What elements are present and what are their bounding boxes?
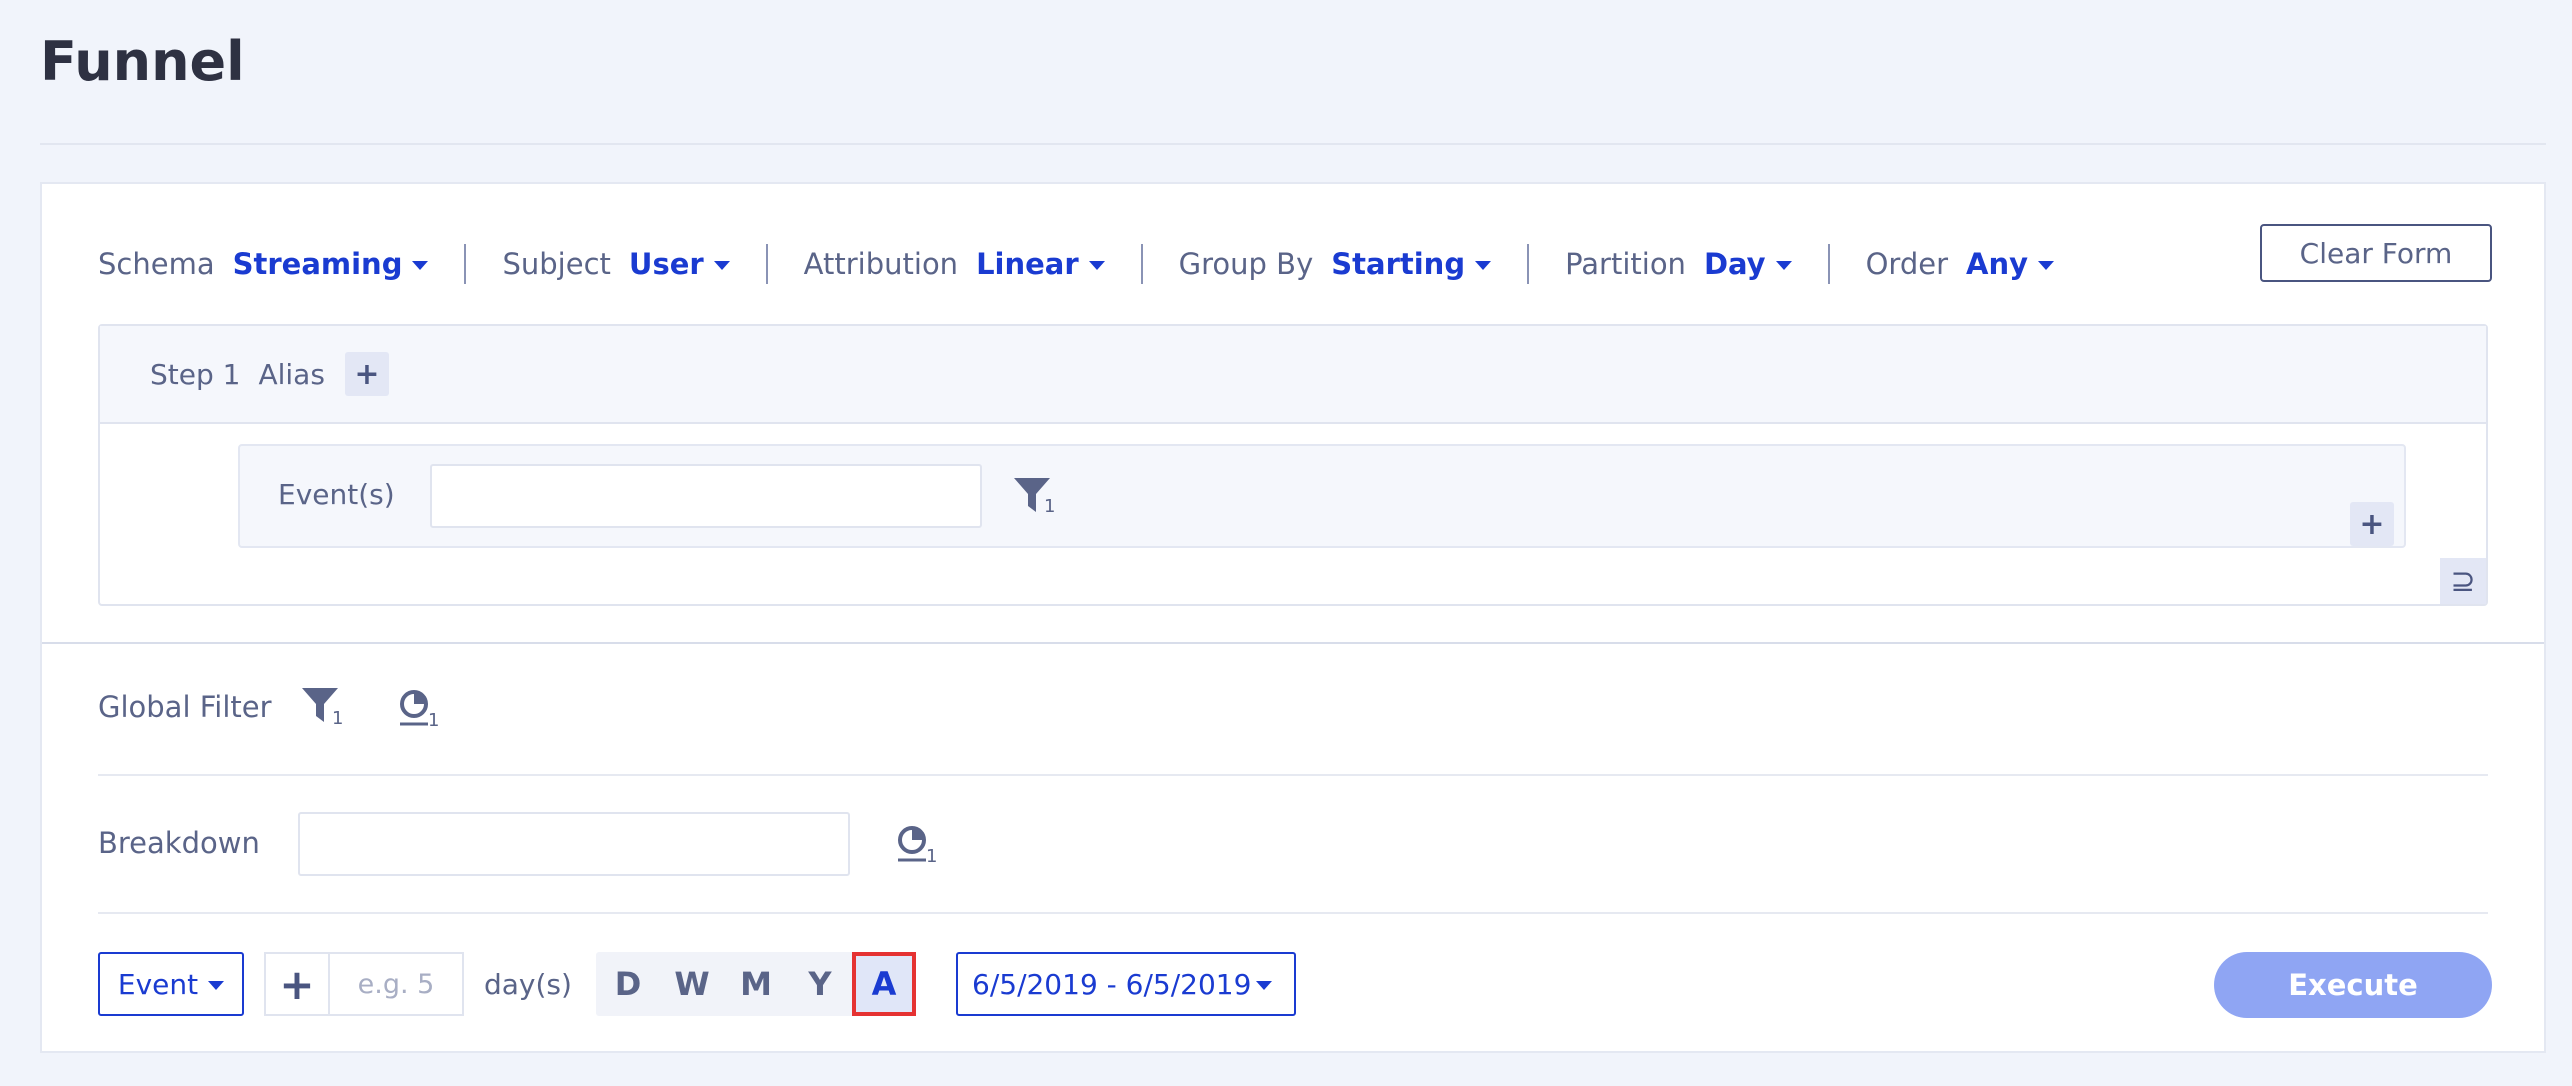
separator [1827,244,1830,284]
clear-form-button[interactable]: Clear Form [2260,224,2492,282]
events-label: Event(s) [278,478,395,511]
separator [1140,244,1143,284]
execute-button[interactable]: Execute [2214,952,2492,1018]
date-range-value: 6/5/2019 - 6/5/2019 [972,967,1252,1001]
chevron-down-icon [1088,260,1105,270]
period-button-d[interactable]: D [596,952,660,1016]
group-by-value[interactable]: Starting [1331,247,1465,281]
filter-count-badge: 1 [1044,496,1056,517]
schema-value[interactable]: Streaming [233,247,403,281]
chevron-down-icon [713,260,730,270]
schema-label: Schema [98,247,215,281]
window-type-select[interactable]: Event [98,952,244,1016]
section-divider [42,642,2544,644]
chevron-down-icon [2038,260,2055,270]
row-divider [98,774,2488,776]
window-type-value: Event [117,967,199,1001]
options-row: Schema Streaming Subject User Attributio… [98,234,2055,294]
events-input[interactable] [430,464,982,528]
partition-label: Partition [1565,247,1686,281]
title-divider [40,143,2546,145]
breakdown-label: Breakdown [98,826,260,860]
period-button-w[interactable]: W [660,952,724,1016]
order-label: Order [1865,247,1949,281]
attribution-value[interactable]: Linear [976,247,1079,281]
step-header: Step 1 Alias + [100,326,2486,424]
add-event-button[interactable]: + [2350,502,2394,546]
attribution-option[interactable]: Attribution Linear [804,247,1105,281]
superset-icon[interactable]: ⊇ [2440,558,2486,604]
global-filter-label: Global Filter [98,690,272,724]
chevron-down-icon [1475,260,1492,270]
window-count-input[interactable]: e.g. 5 [328,952,464,1016]
separator [765,244,768,284]
property-count-badge: 1 [926,846,938,867]
order-option[interactable]: Order Any [1865,247,2055,281]
event-row: Event(s) 1 + [238,444,2406,548]
subject-option[interactable]: Subject User [502,247,730,281]
separator [1527,244,1530,284]
chevron-down-icon [208,980,225,990]
page-title: Funnel [40,30,245,93]
chevron-down-icon [412,260,429,270]
subject-label: Subject [502,247,611,281]
attribution-label: Attribution [803,247,959,281]
period-button-a[interactable]: A [852,952,916,1016]
date-range-picker[interactable]: 6/5/2019 - 6/5/2019 [956,952,1296,1016]
window-stepper-button[interactable]: + [264,952,328,1016]
breakdown-input[interactable] [298,812,850,876]
period-toggle-group: D W M Y A [596,952,916,1016]
window-unit-label: day(s) [484,968,572,1001]
step-label: Step 1 [150,357,241,391]
alias-label[interactable]: Alias [258,358,324,391]
group-by-label: Group By [1178,247,1314,281]
period-button-y[interactable]: Y [788,952,852,1016]
partition-value[interactable]: Day [1704,247,1766,281]
chevron-down-icon [1775,260,1792,270]
order-value[interactable]: Any [1966,247,2028,281]
separator [464,244,467,284]
funnel-form-card: Schema Streaming Subject User Attributio… [40,182,2546,1053]
add-alias-button[interactable]: + [344,352,389,396]
property-count-badge: 1 [428,710,440,731]
period-button-m[interactable]: M [724,952,788,1016]
row-divider [98,912,2488,914]
subject-value[interactable]: User [629,247,704,281]
partition-option[interactable]: Partition Day [1565,247,1792,281]
schema-option[interactable]: Schema Streaming [98,247,429,281]
group-by-option[interactable]: Group By Starting [1178,247,1492,281]
step-box: Step 1 Alias + Event(s) 1 + ⊇ [98,324,2488,606]
filter-count-badge: 1 [332,708,344,729]
chevron-down-icon [1256,981,1272,990]
